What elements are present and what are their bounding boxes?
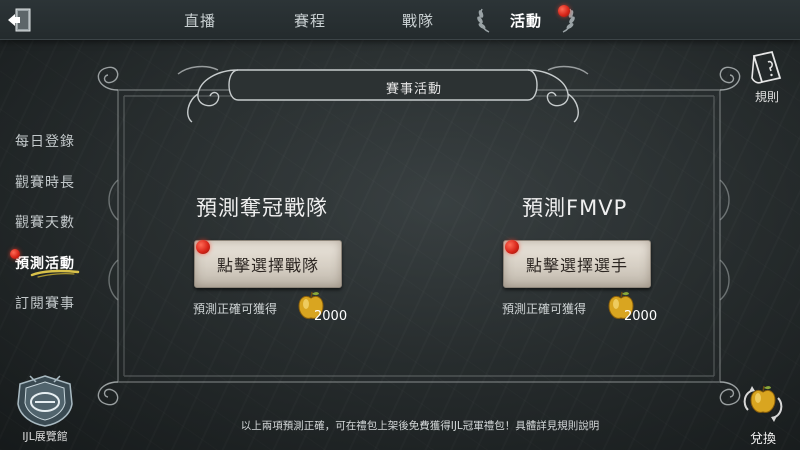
exit-button[interactable] — [4, 4, 36, 36]
top-nav-bar: 直播 賽程 戰隊 活動 — [0, 0, 800, 40]
select-player-notification-dot — [505, 240, 519, 254]
tab-live[interactable]: 直播 — [160, 0, 240, 40]
tab-events[interactable]: 活動 — [486, 0, 566, 40]
prediction-footer-note: 以上兩項預測正確，可在禮包上架後免費獲得IJL冠軍禮包！具體詳見規則說明 — [240, 420, 600, 432]
tab-teams[interactable]: 戰隊 — [378, 0, 458, 40]
select-team-notification-dot — [196, 240, 210, 254]
select-team-button[interactable]: 點擊選擇戰隊 — [194, 240, 342, 288]
sidebar-item-daily-login[interactable]: 每日登錄 — [0, 126, 90, 156]
ijl-emblem-icon — [17, 375, 73, 427]
ijl-museum-label: IJL展覽館 — [22, 430, 68, 443]
panel-title: 賽事活動 — [385, 81, 442, 97]
sidebar-item-watch-duration[interactable]: 觀賽時長 — [0, 167, 90, 197]
exchange-button[interactable]: 兌換 — [738, 380, 788, 447]
champion-reward-amount: 2000 — [314, 309, 348, 324]
champion-prediction-title: 預測奪冠戰隊 — [196, 196, 328, 220]
tab-schedule[interactable]: 賽程 — [270, 0, 350, 40]
fmvp-prediction-title: 預測FMVP — [522, 196, 628, 220]
rules-book-icon — [751, 50, 782, 84]
fmvp-reward-amount: 2000 — [624, 309, 658, 324]
sidebar-item-watch-days[interactable]: 觀賽天數 — [0, 207, 90, 237]
fmvp-reward-label: 預測正確可獲得 — [502, 302, 587, 316]
events-notification-dot — [558, 5, 570, 17]
golden-apple-exchange-icon — [743, 385, 783, 422]
select-player-button[interactable]: 點擊選擇選手 — [503, 240, 651, 288]
exchange-label: 兌換 — [749, 432, 776, 447]
prediction-notification-dot — [10, 249, 20, 259]
rules-button[interactable]: 規則 — [742, 48, 792, 104]
ornate-frame — [97, 65, 741, 406]
sidebar-item-subscribe[interactable]: 訂閱賽事 — [0, 288, 90, 318]
active-underline-stroke — [30, 269, 80, 278]
rules-label: 規則 — [754, 90, 779, 104]
ijl-museum-button[interactable]: IJL展覽館 — [10, 372, 80, 446]
champion-reward-label: 預測正確可獲得 — [193, 302, 278, 316]
exit-door-icon — [8, 8, 31, 32]
